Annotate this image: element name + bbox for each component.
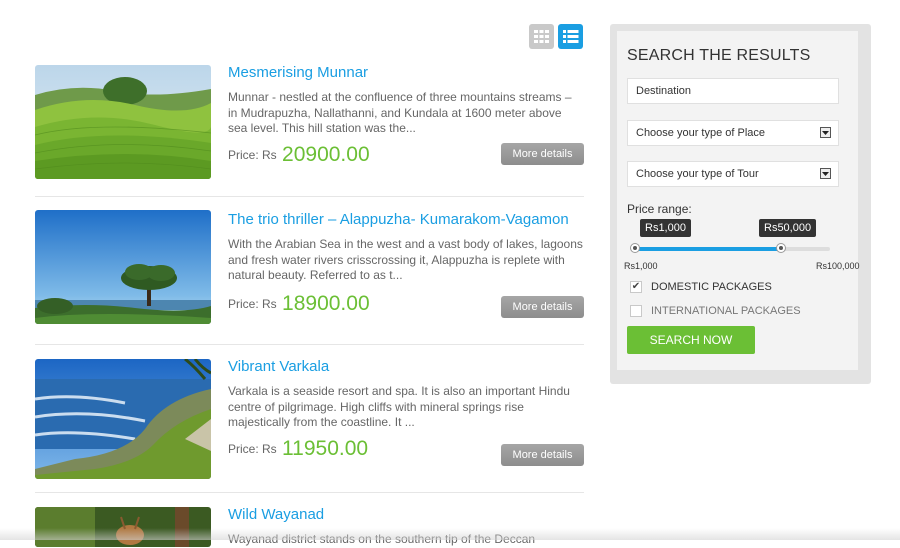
destination-placeholder: Destination (636, 85, 692, 97)
dropdown-arrow-icon (820, 168, 831, 179)
price-high-tooltip: Rs50,000 (759, 219, 817, 237)
domestic-label: DOMESTIC PACKAGES (651, 281, 772, 293)
price-amount: 18900.00 (282, 292, 370, 315)
domestic-packages-option[interactable]: ✔ DOMESTIC PACKAGES (630, 281, 772, 293)
varkala-image[interactable] (35, 359, 211, 479)
price-range-fill (635, 247, 782, 251)
listing-item: Wild Wayanad Wayanad district stands on … (35, 506, 584, 547)
listing-description: Varkala is a seaside resort and spa. It … (228, 384, 570, 429)
more-details-button[interactable]: More details (501, 444, 584, 466)
listing-title[interactable]: The trio thriller – Alappuzha- Kumarakom… (228, 211, 569, 228)
price-label: Price: Rs (228, 297, 277, 311)
price-min-label: Rs1,000 (624, 261, 658, 271)
search-panel: SEARCH THE RESULTS Destination Choose yo… (610, 24, 871, 384)
listing-description: With the Arabian Sea in the west and a v… (228, 237, 583, 282)
tour-type-select[interactable]: Choose your type of Tour (627, 161, 839, 187)
price-low-handle[interactable] (630, 243, 640, 253)
divider (35, 492, 584, 493)
price-range-label: Price range: (627, 202, 692, 216)
price-max-label: Rs100,000 (816, 261, 860, 271)
dropdown-arrow-icon (820, 127, 831, 138)
search-panel-title: SEARCH THE RESULTS (627, 47, 811, 64)
listing-title[interactable]: Mesmerising Munnar (228, 64, 368, 81)
listing-item: Mesmerising Munnar Munnar - nestled at t… (35, 64, 584, 185)
grid-view-button[interactable] (529, 24, 554, 49)
listing-title[interactable]: Wild Wayanad (228, 506, 324, 523)
view-toggle (529, 24, 583, 49)
price-amount: 11950.00 (282, 437, 369, 460)
international-packages-option[interactable]: INTERNATIONAL PACKAGES (630, 305, 801, 317)
price-low-tooltip: Rs1,000 (640, 219, 691, 237)
tour-type-value: Choose your type of Tour (636, 168, 759, 180)
listing-price: Price: Rs 20900.00 (228, 143, 370, 167)
destination-input[interactable]: Destination (627, 78, 839, 104)
international-checkbox[interactable] (630, 305, 642, 317)
listing-title[interactable]: Vibrant Varkala (228, 358, 329, 375)
listing-description: Munnar - nestled at the confluence of th… (228, 90, 572, 135)
alappuzha-image[interactable] (35, 210, 211, 324)
place-type-select[interactable]: Choose your type of Place (627, 120, 839, 146)
place-type-value: Choose your type of Place (636, 127, 766, 139)
more-details-button[interactable]: More details (501, 296, 584, 318)
listing-price: Price: Rs 18900.00 (228, 292, 370, 316)
munnar-image[interactable] (35, 65, 211, 179)
list-view-button[interactable] (558, 24, 583, 49)
search-now-button[interactable]: SEARCH NOW (627, 326, 755, 354)
listing-item: Vibrant Varkala Varkala is a seaside res… (35, 358, 584, 479)
listing-price: Price: Rs 11950.00 (228, 437, 368, 461)
divider (35, 344, 584, 345)
domestic-checkbox[interactable]: ✔ (630, 281, 642, 293)
price-range-track[interactable] (631, 247, 830, 251)
list-view-icon (562, 30, 578, 43)
listing-item: The trio thriller – Alappuzha- Kumarakom… (35, 210, 584, 332)
divider (35, 196, 584, 197)
more-details-button[interactable]: More details (501, 143, 584, 165)
price-label: Price: Rs (228, 442, 277, 456)
international-label: INTERNATIONAL PACKAGES (651, 305, 801, 317)
price-amount: 20900.00 (282, 143, 370, 166)
grid-view-icon (534, 30, 549, 43)
wayanad-image[interactable] (35, 507, 211, 547)
price-label: Price: Rs (228, 148, 277, 162)
